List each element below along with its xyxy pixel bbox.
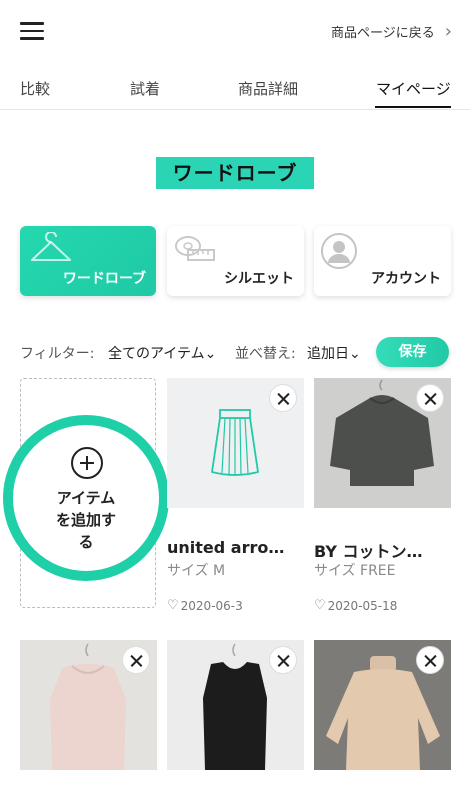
sort-value: 追加日 — [307, 346, 349, 362]
sort-label: 並べ替え: — [235, 346, 296, 362]
back-to-product-label: 商品ページに戻る — [331, 26, 435, 41]
remove-item-button[interactable] — [416, 384, 444, 412]
page-title: ワードローブ — [156, 157, 314, 189]
back-to-product-link[interactable]: 商品ページに戻る › — [331, 22, 452, 41]
add-item-line-2: を追加す — [55, 511, 116, 529]
active-tab-indicator — [375, 106, 451, 108]
hanger-icon — [31, 232, 71, 261]
remove-item-button[interactable] — [269, 384, 297, 412]
save-button[interactable]: 保存 — [376, 337, 449, 367]
user-avatar-icon — [321, 233, 357, 269]
add-item-line-1: アイテム — [56, 489, 116, 507]
filter-value: 全てのアイテム — [108, 346, 205, 362]
tab-compare[interactable]: 比較 — [20, 78, 50, 99]
chevron-down-icon: ⌄ — [349, 346, 361, 362]
category-wardrobe[interactable]: ワードローブ — [20, 226, 156, 296]
item-name: united arro… — [167, 538, 285, 557]
add-item-label: アイテム を追加す る — [13, 487, 159, 553]
category-silhouette-label: シルエット — [224, 271, 294, 287]
category-account[interactable]: アカウント — [314, 226, 451, 296]
item-size: サイズ FREE — [314, 563, 396, 579]
add-item-line-3: る — [78, 533, 94, 551]
category-wardrobe-label: ワードローブ — [62, 271, 146, 287]
category-account-label: アカウント — [371, 271, 441, 287]
tab-product-details[interactable]: 商品詳細 — [238, 78, 298, 99]
sort-select[interactable]: 追加日⌄ — [307, 343, 361, 363]
item-date-value: 2020-05-18 — [327, 598, 398, 613]
item-date-value: 2020-06-3 — [180, 598, 243, 613]
plus-icon — [71, 447, 103, 479]
item-size: サイズ M — [167, 563, 226, 579]
filter-select[interactable]: 全てのアイテム⌄ — [108, 343, 216, 363]
add-item-highlight[interactable]: アイテム を追加す る — [3, 415, 169, 581]
chevron-down-icon: ⌄ — [204, 346, 217, 362]
item-date: ♡ 2020-06-3 — [167, 598, 243, 613]
measuring-tape-icon — [175, 236, 215, 261]
tab-my-page[interactable]: マイページ — [376, 78, 451, 99]
tab-try-on[interactable]: 試着 — [130, 78, 160, 99]
filter-label: フィルター: — [20, 346, 95, 362]
menu-icon[interactable] — [20, 22, 44, 42]
item-name: BY コットン… — [314, 542, 423, 561]
remove-item-button[interactable] — [122, 646, 150, 674]
item-date: ♡ 2020-05-18 — [314, 598, 397, 613]
top-bar: 商品ページに戻る › — [0, 0, 470, 64]
tab-bar: 比較 試着 商品詳細 マイページ — [0, 64, 470, 110]
category-silhouette[interactable]: シルエット — [167, 226, 304, 296]
remove-item-button[interactable] — [269, 646, 297, 674]
heart-icon[interactable]: ♡ — [167, 598, 179, 613]
remove-item-button[interactable] — [416, 646, 444, 674]
heart-icon[interactable]: ♡ — [314, 598, 326, 613]
chevron-right-icon: › — [444, 20, 452, 42]
